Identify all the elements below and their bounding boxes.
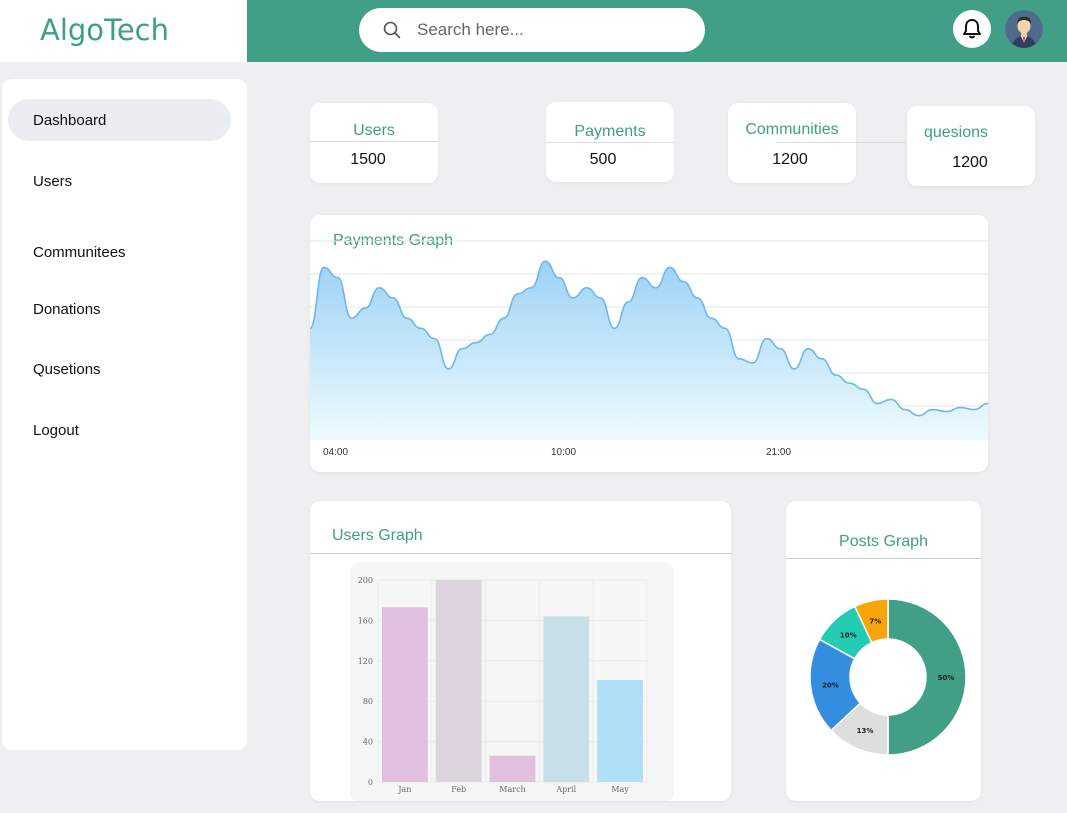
users-bar-chart: 0 40 80 120 160 200 Jan Feb March April May <box>350 562 674 801</box>
payments-area <box>310 261 988 440</box>
sidebar-item-communitees[interactable]: Communitees <box>8 231 231 273</box>
sidebar-item-label: Donations <box>33 301 101 318</box>
divider <box>786 558 981 559</box>
sidebar-item-users[interactable]: Users <box>8 160 231 202</box>
sidebar-item-questions[interactable]: Qusetions <box>8 348 231 390</box>
y-tick-label: 200 <box>358 576 373 585</box>
slice-label: 10% <box>840 632 857 640</box>
x-tick-label: May <box>611 785 629 794</box>
sidebar-item-donations[interactable]: Donations <box>8 288 231 330</box>
sidebar: Dashboard Users Communitees Donations Qu… <box>2 79 247 750</box>
x-tick-label: 10:00 <box>551 447 577 458</box>
sidebar-item-label: Dashboard <box>33 112 107 129</box>
divider <box>856 142 906 143</box>
slice-label: 20% <box>822 681 839 689</box>
stat-value: 1200 <box>772 151 808 168</box>
bell-icon <box>963 19 981 39</box>
bar-may[interactable] <box>597 679 643 782</box>
y-tick-label: 0 <box>368 778 373 787</box>
x-tick-label: Jan <box>397 785 411 794</box>
stat-card-payments[interactable]: Payments 500 <box>546 102 674 182</box>
logo-area: AlgoTech <box>0 0 247 62</box>
graph-title: Posts Graph <box>839 533 928 550</box>
search-bar[interactable] <box>359 8 705 52</box>
stat-title: Payments <box>574 123 646 140</box>
search-input[interactable] <box>415 18 679 42</box>
posts-donut-chart: 50% 13% 20% 10% 7% <box>809 598 967 756</box>
payments-area-chart <box>310 240 988 440</box>
divider <box>546 142 674 143</box>
stat-card-users[interactable]: Users 1500 <box>310 103 438 183</box>
x-tick-label: March <box>499 785 525 794</box>
stat-card-questions[interactable]: quesions 1200 <box>907 106 1035 186</box>
users-graph-card: Users Graph 0 40 80 120 160 200 Jan Feb March Apr… <box>310 501 731 801</box>
divider <box>310 553 731 554</box>
slice-label: 13% <box>857 727 874 735</box>
bar-jan[interactable] <box>382 607 428 782</box>
bar-feb[interactable] <box>435 580 482 782</box>
stat-value: 500 <box>589 151 617 168</box>
sidebar-item-label: Users <box>33 173 73 190</box>
stat-value: 1200 <box>952 154 988 171</box>
divider <box>776 142 856 143</box>
payments-graph-card: Payments Graph 04:00 10:00 21:00 <box>310 215 988 472</box>
sidebar-item-label: Communitees <box>33 244 126 261</box>
bar-april[interactable] <box>543 616 590 782</box>
y-tick-label: 120 <box>358 657 373 666</box>
sidebar-item-label: Qusetions <box>33 361 101 378</box>
y-tick-label: 80 <box>363 697 373 706</box>
sidebar-item-label: Logout <box>33 422 79 439</box>
y-tick-label: 40 <box>363 738 373 747</box>
slice-label: 50% <box>938 674 955 682</box>
x-tick-label: Feb <box>451 785 466 794</box>
slice-label: 7% <box>869 617 881 625</box>
graph-title: Users Graph <box>332 527 423 544</box>
stat-title: Users <box>353 122 395 139</box>
stat-title: quesions <box>923 124 989 141</box>
sidebar-item-dashboard[interactable]: Dashboard <box>8 99 231 141</box>
x-tick-label: April <box>555 785 576 794</box>
app-logo[interactable]: AlgoTech <box>40 13 169 47</box>
notification-button[interactable] <box>953 10 991 48</box>
bar-march[interactable] <box>489 755 536 782</box>
stat-card-communities[interactable]: Communities 1200 <box>728 103 856 183</box>
user-avatar[interactable] <box>1005 10 1043 48</box>
y-tick-label: 160 <box>358 616 373 625</box>
x-tick-label: 21:00 <box>766 447 792 458</box>
x-tick-label: 04:00 <box>323 447 349 458</box>
posts-graph-card: Posts Graph 50% 13% 20% 10% 7% <box>786 501 981 801</box>
stat-title: Communities <box>745 121 839 138</box>
search-icon <box>383 21 401 39</box>
stat-value: 1500 <box>350 151 386 168</box>
sidebar-item-logout[interactable]: Logout <box>8 409 231 451</box>
divider <box>310 141 438 142</box>
